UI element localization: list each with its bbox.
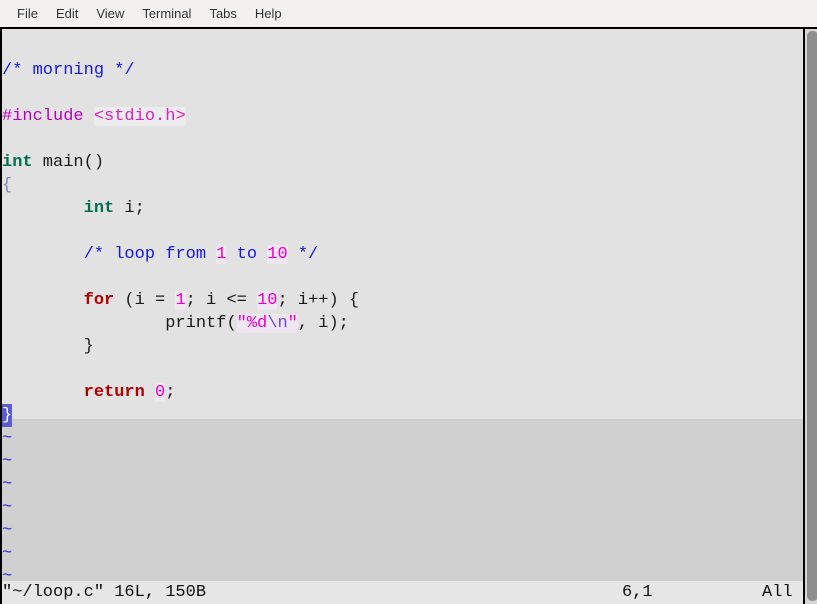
call-printf: printf( [165, 314, 237, 333]
code-line-15: return 0; [2, 381, 175, 404]
editor-text-area[interactable]: /* morning */ #include <stdio.h> int mai… [2, 29, 803, 581]
for-number-10: 10 [257, 291, 278, 310]
empty-line-marker: ~ [2, 565, 12, 581]
tilde-icon: ~ [2, 567, 13, 581]
keyword-return: return [83, 383, 145, 402]
preprocessor-include: #include [2, 107, 94, 126]
tilde-icon: ~ [2, 521, 13, 540]
menu-terminal[interactable]: Terminal [133, 3, 200, 25]
vim-status-line: "~/loop.c" 16L, 150B 6,1 All [2, 581, 803, 604]
comment-morning: /* morning */ [2, 61, 135, 80]
string-quote-open: " [236, 314, 247, 333]
empty-line-marker: ~ [2, 542, 12, 565]
comment-loop-a: /* loop from [83, 245, 217, 264]
menu-bar: File Edit View Terminal Tabs Help [0, 0, 817, 27]
menu-file[interactable]: File [8, 3, 47, 25]
for-incr: ; i++) { [277, 291, 360, 310]
return-number-0: 0 [155, 383, 166, 402]
status-filename: "~/loop.c" 16L, 150B [2, 583, 207, 602]
text-cursor[interactable]: } [2, 404, 12, 427]
code-line-1: /* morning */ [2, 59, 135, 82]
tilde-icon: ~ [2, 429, 13, 448]
printf-args: , i); [297, 314, 349, 333]
function-main: main() [32, 153, 105, 172]
comment-number-10: 10 [267, 245, 288, 264]
code-line-13: } [2, 335, 94, 358]
header-stdio: <stdio.h> [93, 107, 186, 126]
code-buffer-background [2, 29, 803, 419]
close-brace-for: } [83, 337, 94, 356]
code-line-7: int i; [2, 197, 145, 220]
menu-view[interactable]: View [87, 3, 133, 25]
comment-number-1: 1 [216, 245, 227, 264]
tilde-icon: ~ [2, 475, 13, 494]
declaration-i: i; [114, 199, 145, 218]
tilde-icon: ~ [2, 498, 13, 517]
for-cond: ; i <= [185, 291, 258, 310]
tilde-icon: ~ [2, 544, 13, 563]
keyword-for: for [83, 291, 115, 310]
open-brace-main: { [2, 176, 13, 195]
code-line-16: } [2, 404, 12, 427]
type-int-main: int [2, 153, 33, 172]
code-line-5: int main() [2, 151, 104, 174]
semicolon: ; [165, 383, 176, 402]
format-specifier: %d [246, 314, 268, 333]
empty-line-marker: ~ [2, 496, 12, 519]
terminal-window: /* morning */ #include <stdio.h> int mai… [0, 27, 817, 604]
menu-edit[interactable]: Edit [47, 3, 87, 25]
vim-editor-screen[interactable]: /* morning */ #include <stdio.h> int mai… [2, 29, 803, 604]
empty-line-marker: ~ [2, 519, 12, 542]
empty-line-marker: ~ [2, 473, 12, 496]
empty-line-marker: ~ [2, 450, 12, 473]
code-line-6: { [2, 174, 12, 197]
menu-help[interactable]: Help [246, 3, 291, 25]
code-line-9: /* loop from 1 to 10 */ [2, 243, 318, 266]
menu-tabs[interactable]: Tabs [200, 3, 245, 25]
type-int-i: int [83, 199, 115, 218]
string-quote-close: " [287, 314, 298, 333]
escape-newline: \n [267, 314, 288, 333]
code-line-12: printf("%d\n", i); [2, 312, 349, 335]
vertical-scrollbar[interactable] [803, 29, 817, 604]
for-number-1: 1 [175, 291, 186, 310]
code-line-11: for (i = 1; i <= 10; i++) { [2, 289, 359, 312]
comment-loop-c: */ [287, 245, 319, 264]
empty-line-marker: ~ [2, 427, 12, 450]
status-scroll-position: All [762, 583, 793, 602]
scrollbar-thumb[interactable] [807, 31, 817, 601]
for-init: (i = [114, 291, 176, 310]
tilde-icon: ~ [2, 452, 13, 471]
status-row-col: 6,1 [622, 583, 653, 602]
comment-loop-b: to [226, 245, 268, 264]
code-line-3: #include <stdio.h> [2, 105, 186, 128]
